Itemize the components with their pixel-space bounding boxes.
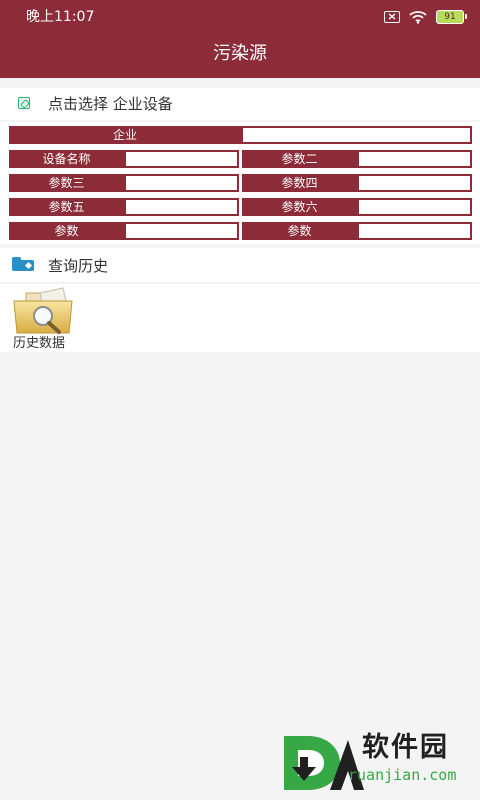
d-logo-icon bbox=[284, 736, 364, 790]
device-name-label: 设备名称 bbox=[9, 150, 124, 168]
history-section-label: 查询历史 bbox=[48, 257, 109, 275]
history-folder-icon bbox=[12, 257, 34, 271]
param5-input[interactable] bbox=[124, 198, 239, 216]
param2-label: 参数二 bbox=[242, 150, 357, 168]
param4-field: 参数四 bbox=[242, 174, 472, 192]
param-b-label: 参数 bbox=[242, 222, 357, 240]
param4-input[interactable] bbox=[357, 174, 472, 192]
param-b-field: 参数 bbox=[242, 222, 472, 240]
param4-label: 参数四 bbox=[242, 174, 357, 192]
param2-field: 参数二 bbox=[242, 150, 472, 168]
param-b-input[interactable] bbox=[357, 222, 472, 240]
history-section-row: 查询历史 bbox=[0, 248, 480, 282]
status-time: 晚上11:07 bbox=[26, 9, 95, 25]
select-device-row[interactable]: 点击选择 企业设备 bbox=[0, 88, 480, 120]
param6-label: 参数六 bbox=[242, 198, 357, 216]
watermark-main-text: 软件园 bbox=[362, 732, 449, 763]
param-a-field: 参数 bbox=[9, 222, 239, 240]
history-data-label[interactable]: 历史数据 bbox=[13, 336, 65, 352]
watermark-sub-text: ruanjian.com bbox=[348, 766, 457, 784]
page-title: 污染源 bbox=[213, 43, 267, 64]
device-name-field: 设备名称 bbox=[9, 150, 239, 168]
battery-level: 91 bbox=[444, 12, 456, 22]
watermark-logo: 软件园 ruanjian.com bbox=[280, 732, 470, 794]
enterprise-field: 企业 bbox=[9, 126, 472, 144]
select-icon bbox=[18, 97, 30, 109]
param2-input[interactable] bbox=[357, 150, 472, 168]
param6-field: 参数六 bbox=[242, 198, 472, 216]
param3-label: 参数三 bbox=[9, 174, 124, 192]
app-header: 晚上11:07 91 污染源 bbox=[0, 0, 480, 78]
param3-field: 参数三 bbox=[9, 174, 239, 192]
param6-input[interactable] bbox=[357, 198, 472, 216]
enterprise-input[interactable] bbox=[241, 126, 472, 144]
param5-field: 参数五 bbox=[9, 198, 239, 216]
enterprise-label: 企业 bbox=[9, 126, 241, 144]
param5-label: 参数五 bbox=[9, 198, 124, 216]
status-bar: 晚上11:07 91 bbox=[0, 0, 480, 32]
param-a-input[interactable] bbox=[124, 222, 239, 240]
select-device-label[interactable]: 点击选择 企业设备 bbox=[48, 95, 173, 113]
wifi-icon bbox=[409, 11, 427, 24]
history-data-item[interactable]: 历史数据 bbox=[0, 284, 480, 352]
device-name-input[interactable] bbox=[124, 150, 239, 168]
param-a-label: 参数 bbox=[9, 222, 124, 240]
param3-input[interactable] bbox=[124, 174, 239, 192]
folder-search-icon[interactable] bbox=[12, 287, 74, 335]
battery-icon: 91 bbox=[436, 10, 467, 24]
parameter-form: 企业 设备名称 参数二 参数三 参数四 参数五 参数六 参数 参数 bbox=[0, 122, 480, 244]
sim-card-icon bbox=[384, 11, 400, 23]
status-icons: 91 bbox=[384, 8, 467, 26]
